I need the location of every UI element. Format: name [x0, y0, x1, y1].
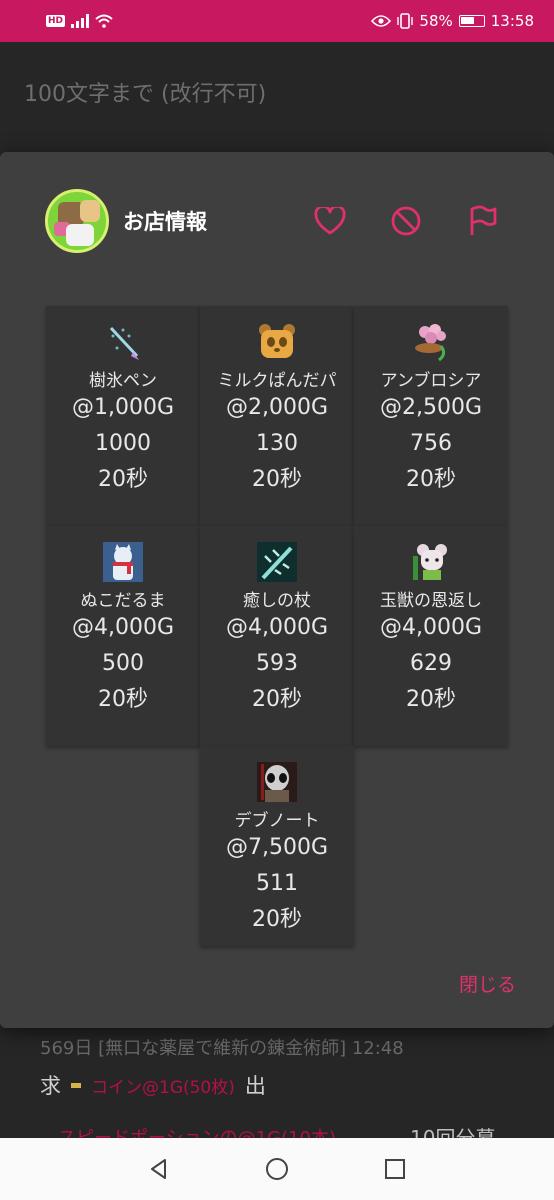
item-name: ぬこだるま — [80, 591, 166, 610]
chat-message-suffix: 出 — [244, 1074, 266, 1098]
item-name: 玉獣の恩返し — [380, 591, 482, 610]
item-price: @7,500G — [225, 835, 329, 860]
recents-icon[interactable] — [383, 1157, 407, 1181]
report-button[interactable] — [465, 204, 499, 238]
healing-staff-icon — [257, 542, 297, 582]
item-stock: 756 — [410, 431, 452, 456]
chat-message: 求 コイン@1G(50枚) 出 — [40, 1070, 266, 1100]
shop-item-card[interactable]: ミルクぱんだパ @2,000G 130 20秒 — [200, 306, 354, 526]
item-price: @1,000G — [71, 395, 175, 420]
item-time: 20秒 — [252, 907, 302, 932]
chat-item-link[interactable]: コイン@1G(50枚) — [91, 1073, 235, 1098]
snow-cat-icon — [103, 542, 143, 582]
shop-item-card[interactable]: 樹氷ペン @1,000G 1000 20秒 — [46, 306, 200, 526]
item-price: @4,000G — [71, 615, 175, 640]
item-stock: 511 — [256, 871, 298, 896]
item-stock: 500 — [102, 651, 144, 676]
item-stock: 629 — [410, 651, 452, 676]
ambrosia-icon — [415, 324, 446, 362]
panda-bread-icon — [259, 324, 295, 358]
status-bar: HD 58% 13:58 — [0, 0, 554, 42]
chat-message-prefix: 求 — [40, 1074, 61, 1098]
dialog-header: お店情報 — [45, 188, 515, 254]
shop-item-card[interactable]: デブノート @7,500G 511 20秒 — [200, 746, 354, 946]
close-button[interactable]: 閉じる — [459, 970, 516, 997]
battery-icon — [458, 15, 485, 27]
coin-icon — [71, 1082, 81, 1088]
vibrate-icon — [397, 13, 414, 29]
clock: 13:58 — [490, 12, 534, 30]
item-name: ミルクぱんだパ — [217, 371, 337, 390]
item-price: @4,000G — [225, 615, 329, 640]
block-button[interactable] — [389, 204, 423, 238]
shop-info-dialog: お店情報 樹氷ペン @1,000G 1000 20秒 ミルクぱんだパ @2,00… — [0, 152, 554, 1028]
death-note-icon — [257, 762, 297, 802]
ice-pen-icon — [109, 326, 139, 360]
favorite-button[interactable] — [313, 204, 347, 238]
home-icon[interactable] — [264, 1156, 290, 1182]
item-time: 20秒 — [98, 467, 148, 492]
item-name: 癒しの杖 — [243, 591, 311, 610]
item-time: 20秒 — [406, 687, 456, 712]
hd-icon: HD — [46, 15, 66, 27]
shop-item-card[interactable]: ぬこだるま @4,000G 500 20秒 — [46, 526, 200, 746]
shop-item-card[interactable]: アンブロシア @2,500G 756 20秒 — [354, 306, 508, 526]
wifi-icon — [95, 14, 113, 28]
heart-icon — [314, 207, 346, 235]
shop-avatar — [45, 189, 109, 253]
battery-percent: 58% — [419, 12, 453, 30]
chat-meta: 569日 [無口な薬屋で維新の錬金術師] 12:48 — [40, 1038, 404, 1059]
flag-icon — [470, 205, 497, 235]
item-price: @4,000G — [379, 615, 483, 640]
message-input-placeholder[interactable]: 100文字まで (改行不可) — [24, 76, 266, 108]
eye-icon — [371, 15, 392, 27]
item-stock: 593 — [256, 651, 298, 676]
item-time: 20秒 — [252, 467, 302, 492]
item-time: 20秒 — [252, 687, 302, 712]
item-stock: 1000 — [95, 431, 151, 456]
item-price: @2,500G — [379, 395, 483, 420]
back-icon[interactable] — [147, 1157, 171, 1181]
navigation-bar — [0, 1138, 554, 1200]
item-time: 20秒 — [98, 687, 148, 712]
mouse-gift-icon — [413, 544, 447, 580]
signal-icon — [71, 14, 90, 28]
shop-item-card[interactable]: 癒しの杖 @4,000G 593 20秒 — [200, 526, 354, 746]
item-stock: 130 — [256, 431, 298, 456]
block-icon — [391, 206, 421, 236]
item-time: 20秒 — [406, 467, 456, 492]
item-name: デブノート — [234, 811, 320, 830]
dialog-title: お店情報 — [123, 210, 207, 234]
shop-item-card[interactable]: 玉獣の恩返し @4,000G 629 20秒 — [354, 526, 508, 746]
item-name: アンブロシア — [380, 371, 482, 390]
item-price: @2,000G — [225, 395, 329, 420]
item-name: 樹氷ペン — [89, 371, 157, 390]
